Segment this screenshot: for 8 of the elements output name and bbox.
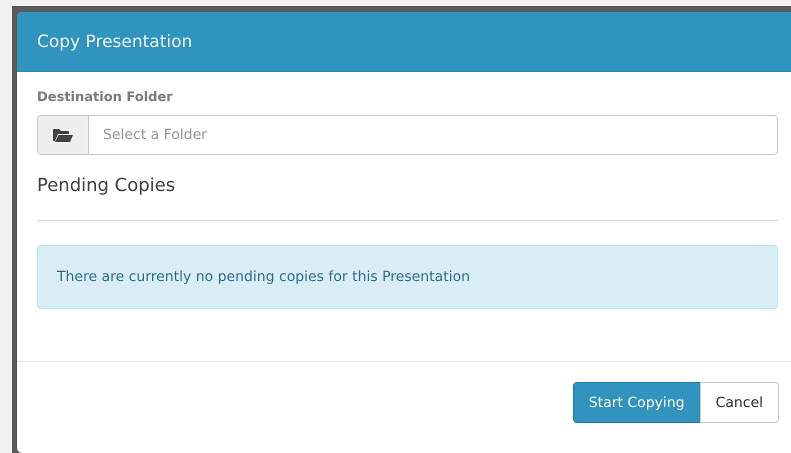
folder-icon — [53, 128, 73, 142]
field-label: Destination Folder — [37, 90, 174, 105]
section-heading: Pending Copies — [37, 175, 176, 196]
folder-field[interactable]: Select a Folder — [37, 115, 778, 155]
dialog-title: Copy Presentation — [37, 32, 192, 52]
alert-message: There are currently no pending copies for this Presentation — [57, 269, 470, 285]
folder-button[interactable] — [38, 116, 89, 154]
cancel-button[interactable]: Cancel — [700, 382, 779, 423]
